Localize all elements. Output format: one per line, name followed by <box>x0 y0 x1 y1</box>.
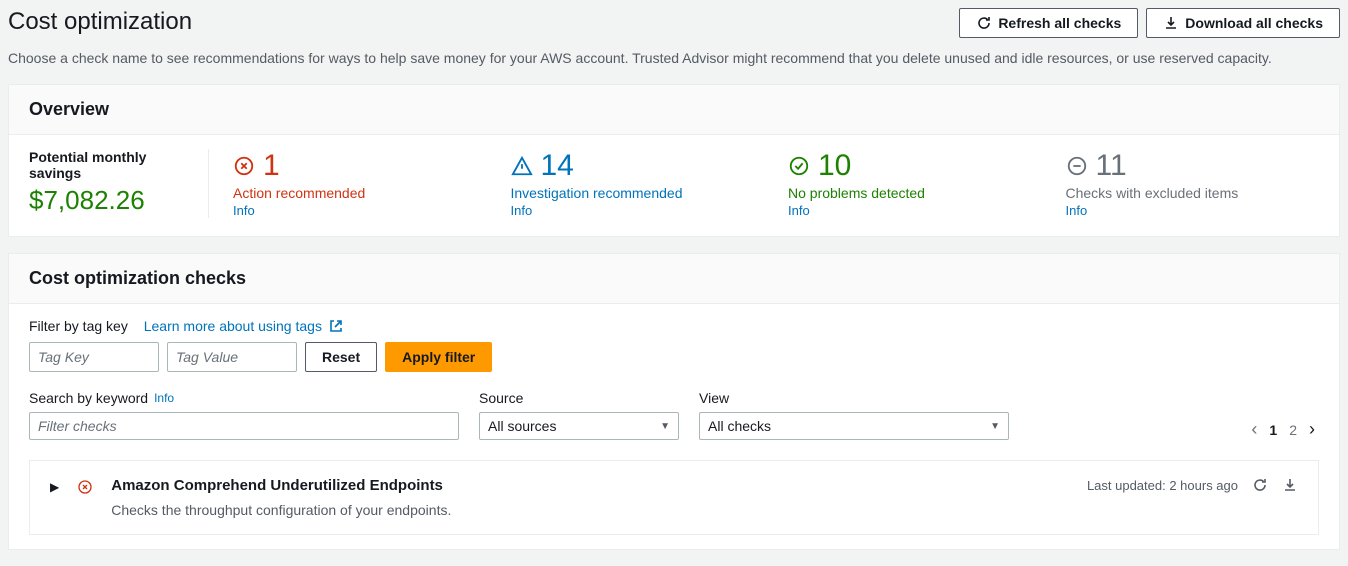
filter-label: Filter by tag key <box>29 318 128 334</box>
header-actions: Refresh all checks Download all checks <box>959 8 1340 38</box>
download-icon[interactable] <box>1282 477 1298 493</box>
source-value: All sources <box>488 418 556 434</box>
check-row: ▶ Amazon Comprehend Underutilized Endpoi… <box>29 460 1319 535</box>
view-value: All checks <box>708 418 771 434</box>
learn-more-link[interactable]: Learn more about using tags <box>144 318 322 334</box>
stat-count: 11 <box>1096 149 1127 183</box>
view-select[interactable]: All checks ▼ <box>699 412 1009 440</box>
savings-block: Potential monthly savings $7,082.26 <box>29 149 209 218</box>
stat-info-link[interactable]: Info <box>1066 203 1320 218</box>
success-icon <box>788 155 810 177</box>
refresh-icon[interactable] <box>1252 477 1268 493</box>
stat-count: 1 <box>263 149 280 183</box>
refresh-all-label: Refresh all checks <box>998 15 1121 31</box>
apply-filter-button[interactable]: Apply filter <box>385 342 492 372</box>
page-description: Choose a check name to see recommendatio… <box>0 38 1348 84</box>
overview-panel: Overview Potential monthly savings $7,08… <box>8 84 1340 237</box>
stat-action-recommended: 1 Action recommended Info <box>209 149 487 218</box>
download-all-label: Download all checks <box>1185 15 1323 31</box>
tag-key-input[interactable] <box>29 342 159 372</box>
savings-value: $7,082.26 <box>29 185 198 216</box>
stat-count: 10 <box>818 149 851 183</box>
stat-info-link[interactable]: Info <box>788 203 1042 218</box>
next-page[interactable]: › <box>1309 419 1315 440</box>
warning-icon <box>511 155 533 177</box>
chevron-down-icon: ▼ <box>990 421 1000 432</box>
chevron-down-icon: ▼ <box>660 421 670 432</box>
page-title: Cost optimization <box>8 8 192 36</box>
stat-label: No problems detected <box>788 185 1042 201</box>
tag-value-input[interactable] <box>167 342 297 372</box>
source-label: Source <box>479 390 679 406</box>
stat-label: Action recommended <box>233 185 487 201</box>
stat-investigation-recommended: 14 Investigation recommended Info <box>487 149 765 218</box>
refresh-icon <box>976 15 992 31</box>
stat-excluded: 11 Checks with excluded items Info <box>1042 149 1320 218</box>
page-2[interactable]: 2 <box>1289 422 1297 438</box>
external-link-icon <box>328 318 344 334</box>
search-info-link[interactable]: Info <box>154 391 174 405</box>
check-title[interactable]: Amazon Comprehend Underutilized Endpoint… <box>111 477 1069 494</box>
stat-label: Investigation recommended <box>511 185 765 201</box>
stat-info-link[interactable]: Info <box>511 203 765 218</box>
download-all-button[interactable]: Download all checks <box>1146 8 1340 38</box>
view-label: View <box>699 390 1009 406</box>
pagination: ‹ 1 2 › <box>1251 419 1319 440</box>
error-icon <box>77 479 93 495</box>
minus-circle-icon <box>1066 155 1088 177</box>
refresh-all-button[interactable]: Refresh all checks <box>959 8 1138 38</box>
reset-button[interactable]: Reset <box>305 342 377 372</box>
last-updated: Last updated: 2 hours ago <box>1087 478 1238 493</box>
page-1[interactable]: 1 <box>1269 422 1277 438</box>
expand-toggle[interactable]: ▶ <box>50 477 59 494</box>
source-select[interactable]: All sources ▼ <box>479 412 679 440</box>
search-label: Search by keyword <box>29 390 148 406</box>
stat-info-link[interactable]: Info <box>233 203 487 218</box>
download-icon <box>1163 15 1179 31</box>
checks-panel: Cost optimization checks Filter by tag k… <box>8 253 1340 550</box>
search-input[interactable] <box>29 412 459 440</box>
checks-title: Cost optimization checks <box>29 268 1319 289</box>
error-icon <box>233 155 255 177</box>
prev-page[interactable]: ‹ <box>1251 419 1257 440</box>
savings-label: Potential monthly savings <box>29 149 198 181</box>
stat-count: 14 <box>541 149 574 183</box>
stat-no-problems: 10 No problems detected Info <box>764 149 1042 218</box>
stat-label: Checks with excluded items <box>1066 185 1320 201</box>
check-desc: Checks the throughput configuration of y… <box>111 502 1069 518</box>
overview-title: Overview <box>29 99 1319 120</box>
